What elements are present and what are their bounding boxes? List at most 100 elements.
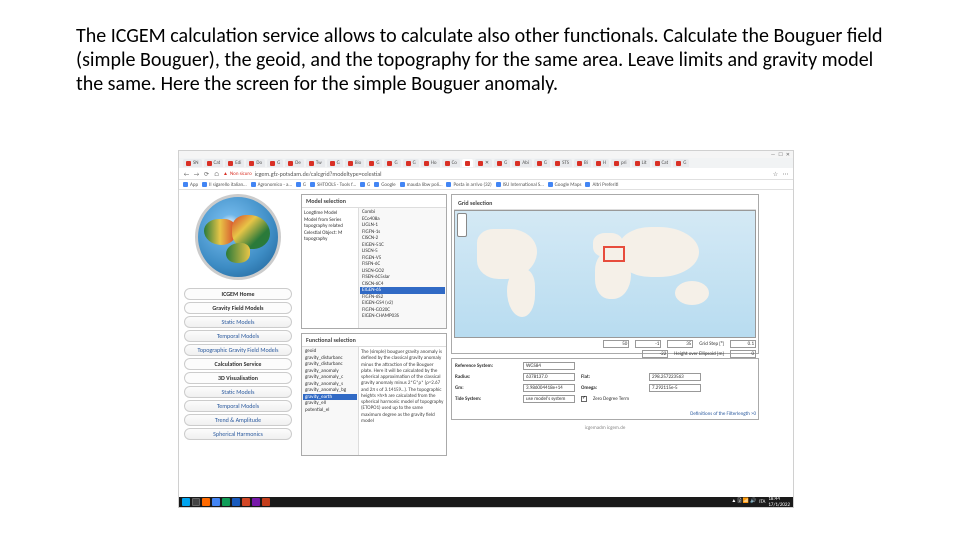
bookmark-item[interactable]: G: [296, 182, 306, 188]
browser-tab[interactable]: ✕: [475, 159, 492, 167]
model-list[interactable]: CombiECo408aLIGLN-1FIGFN-1sCISCN-2EIGEN-…: [358, 208, 446, 328]
tide-label: Tide System:: [455, 396, 517, 402]
browser-tab[interactable]: SN: [183, 159, 202, 167]
model-option[interactable]: EIGEN-CHAMP03S: [360, 313, 445, 320]
close-icon[interactable]: ✕: [786, 152, 790, 158]
browser-tab[interactable]: Bi: [574, 159, 591, 167]
browser-tab[interactable]: G: [366, 159, 382, 167]
browser-tab[interactable]: Cat: [204, 159, 224, 167]
task-icon[interactable]: [222, 498, 230, 506]
browser-tab[interactable]: G: [384, 159, 400, 167]
bookmark-item[interactable]: Posta in arrivo (32): [446, 182, 491, 188]
url-field[interactable]: icgem.gfz-potsdam.de/calcgrid?modeltype=…: [255, 170, 769, 178]
browser-tab[interactable]: De: [285, 159, 304, 167]
gm-label: Gm:: [455, 385, 517, 391]
task-icon[interactable]: [202, 498, 210, 506]
gm-input[interactable]: 3.986004418e+14: [523, 384, 575, 392]
sidebar-item[interactable]: Static Models: [184, 386, 292, 398]
maximize-icon[interactable]: ☐: [778, 152, 782, 158]
sidebar-item[interactable]: 3D Visualisation: [184, 372, 292, 384]
forward-icon[interactable]: →: [193, 170, 200, 177]
sidebar-item[interactable]: Temporal Models: [184, 330, 292, 342]
browser-tab[interactable]: Edi: [225, 159, 244, 167]
filter-definitions-link[interactable]: Definitions of the Filterlength >0: [452, 409, 758, 419]
browser-tab[interactable]: Ho: [421, 159, 440, 167]
extensions-icon[interactable]: ⋯: [782, 170, 789, 177]
minimize-icon[interactable]: —: [771, 152, 776, 158]
task-icon[interactable]: [212, 498, 220, 506]
browser-tab[interactable]: [462, 159, 473, 167]
gridstep-label: Grid Step [°]: [699, 341, 724, 347]
sidebar-item[interactable]: Gravity Field Models: [184, 302, 292, 314]
flat-input[interactable]: 298.257223563: [649, 373, 701, 381]
refsys-select[interactable]: WGS84: [523, 362, 575, 370]
sidebar-item[interactable]: Spherical Harmonics: [184, 428, 292, 440]
radius-input[interactable]: 6378137.0: [523, 373, 575, 381]
bookmark-item[interactable]: Il sigarello italian…: [202, 182, 246, 188]
start-icon[interactable]: [182, 498, 190, 506]
sidebar-item[interactable]: Static Models: [184, 316, 292, 328]
lat-max-input[interactable]: 50: [603, 340, 629, 348]
tide-select[interactable]: use model's system: [523, 395, 575, 403]
sidebar-menu: ICGEM Home Gravity Field Models Static Mod…: [184, 288, 292, 440]
bookmark-star-icon[interactable]: ☆: [772, 170, 779, 177]
map-selection-box[interactable]: [603, 246, 625, 262]
bookmark-item[interactable]: SHTOOLS - Tools f…: [310, 182, 356, 188]
omega-input[interactable]: 7.292115e-5: [649, 384, 701, 392]
bookmark-item[interactable]: Agronomico - a…: [251, 182, 292, 188]
browser-tab[interactable]: H: [593, 159, 609, 167]
instruction-text: The ICGEM calculation service allows to …: [76, 24, 896, 96]
sidebar-item[interactable]: Calculation Service: [184, 358, 292, 370]
model-selection-panel: Model selection Longtime Model Model fro…: [301, 194, 447, 329]
tab-strip: SNCatEdiDoGDeTwGBioGGGHoCo✕GAbiGSTSBiHpr…: [179, 158, 793, 168]
sidebar-item[interactable]: ICGEM Home: [184, 288, 292, 300]
browser-tab[interactable]: STS: [552, 159, 572, 167]
browser-tab[interactable]: G: [267, 159, 283, 167]
lat-min-input[interactable]: -22: [642, 350, 668, 358]
browser-tab[interactable]: Bio: [345, 159, 365, 167]
sidebar-item[interactable]: Topographic Gravity Field Models: [184, 344, 292, 356]
browser-tab[interactable]: G: [403, 159, 419, 167]
bookmark-item[interactable]: ISU International S…: [496, 182, 544, 188]
back-icon[interactable]: ←: [183, 170, 190, 177]
zero-degree-checkbox[interactable]: [581, 396, 587, 402]
task-icon[interactable]: [252, 498, 260, 506]
home-icon[interactable]: ⌂: [213, 170, 220, 177]
search-icon[interactable]: [192, 498, 200, 506]
functional-list[interactable]: geoidgravity_disturbancgravity_disturban…: [302, 347, 358, 455]
task-icon[interactable]: [242, 498, 250, 506]
browser-tab[interactable]: Tw: [306, 159, 325, 167]
taskbar-lang[interactable]: ITA: [759, 499, 765, 505]
browser-tab[interactable]: Abi: [512, 159, 532, 167]
tray-icons[interactable]: ▲ 🗟 📶 🔊: [731, 498, 756, 506]
security-warning[interactable]: ▲ Non sicuro: [223, 171, 252, 177]
browser-tab[interactable]: Do: [246, 159, 265, 167]
map-zoom-control[interactable]: [457, 213, 467, 237]
bookmark-item[interactable]: Google Maps: [548, 182, 582, 188]
browser-tab[interactable]: G: [327, 159, 343, 167]
browser-tab[interactable]: Lit: [632, 159, 650, 167]
lon-max-input[interactable]: 35: [667, 340, 693, 348]
world-map[interactable]: [454, 210, 756, 338]
bookmark-item[interactable]: G: [360, 182, 370, 188]
task-icon[interactable]: [262, 498, 270, 506]
bookmark-item[interactable]: Google: [374, 182, 395, 188]
gridstep-input[interactable]: 0.1: [730, 340, 756, 348]
bookmark-item[interactable]: App: [183, 182, 198, 188]
browser-tab[interactable]: G: [494, 159, 510, 167]
bookmark-item[interactable]: Altri Preferiti: [585, 182, 618, 188]
height-input[interactable]: 0: [730, 350, 756, 358]
bookmark-item[interactable]: mauda libw poli…: [400, 182, 443, 188]
browser-tab[interactable]: G: [673, 159, 689, 167]
sidebar-item[interactable]: Trend & Amplitude: [184, 414, 292, 426]
browser-tab[interactable]: Cat: [652, 159, 672, 167]
sidebar-item[interactable]: Temporal Models: [184, 400, 292, 412]
task-icon[interactable]: [232, 498, 240, 506]
browser-tab[interactable]: pri: [611, 159, 630, 167]
reload-icon[interactable]: ⟳: [203, 170, 210, 177]
browser-tab[interactable]: Co: [442, 159, 460, 167]
taskbar-date[interactable]: 17/1/2022: [768, 502, 790, 508]
functional-option[interactable]: potential_el: [303, 407, 357, 414]
browser-tab[interactable]: G: [534, 159, 550, 167]
lon-min-input[interactable]: -1: [635, 340, 661, 348]
